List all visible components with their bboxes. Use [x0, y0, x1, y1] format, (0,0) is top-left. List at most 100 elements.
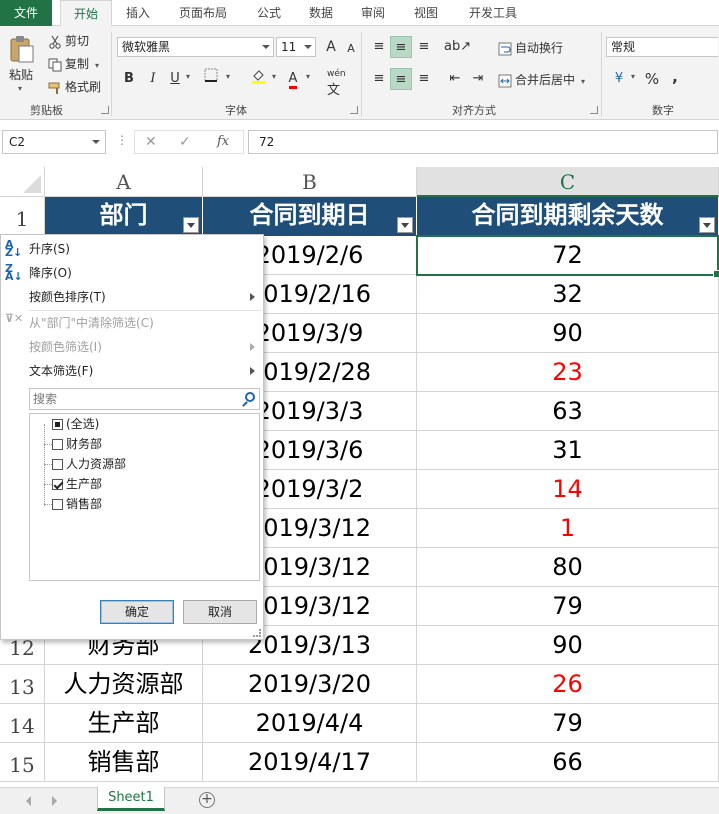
- increase-indent-button[interactable]: ⇥: [467, 68, 489, 90]
- row-header[interactable]: 14: [0, 704, 45, 743]
- tab-data[interactable]: 数据: [302, 0, 340, 26]
- expiry-date-cell[interactable]: 2019/4/4: [203, 704, 417, 743]
- filter-option[interactable]: 生产部: [52, 474, 102, 494]
- days-remaining-cell[interactable]: 1: [417, 509, 719, 548]
- filter-option[interactable]: (全选): [52, 414, 99, 434]
- paste-button[interactable]: 粘贴: [9, 66, 33, 83]
- add-sheet-button[interactable]: +: [199, 792, 215, 808]
- fill-color-dropdown-icon[interactable]: ▾: [272, 72, 276, 81]
- align-top-button[interactable]: ≡: [368, 36, 390, 58]
- bold-button[interactable]: B: [118, 68, 140, 90]
- sort-by-color-item[interactable]: 按颜色排序(T): [1, 285, 263, 309]
- text-filter-item[interactable]: 文本筛选(F): [1, 359, 263, 383]
- orientation-button[interactable]: ab↗: [444, 36, 471, 58]
- days-remaining-cell[interactable]: 63: [417, 392, 719, 431]
- grow-font-button[interactable]: A: [320, 36, 342, 58]
- wrap-text-button[interactable]: 自动换行: [498, 39, 563, 56]
- align-right-button[interactable]: ≡: [413, 68, 435, 90]
- alignment-launcher-icon[interactable]: [590, 106, 598, 114]
- checkbox[interactable]: [52, 439, 63, 450]
- tab-insert[interactable]: 插入: [118, 0, 158, 26]
- font-name-combo[interactable]: 微软雅黑: [117, 37, 274, 57]
- ok-button[interactable]: 确定: [100, 600, 174, 624]
- days-remaining-cell[interactable]: 66: [417, 743, 719, 782]
- department-cell[interactable]: 人力资源部: [45, 665, 203, 704]
- filter-dropdown-button[interactable]: [183, 217, 199, 233]
- font-size-combo[interactable]: 11: [276, 37, 316, 57]
- tab-home[interactable]: 开始: [60, 0, 112, 27]
- decrease-indent-button[interactable]: ⇤: [444, 68, 466, 90]
- department-cell[interactable]: 销售部: [45, 743, 203, 782]
- header-cell-expiry-date[interactable]: 合同到期日: [203, 197, 417, 236]
- tab-review[interactable]: 审阅: [352, 0, 394, 26]
- comma-style-button[interactable]: ,: [664, 66, 686, 88]
- filter-option[interactable]: 销售部: [52, 494, 102, 514]
- copy-button[interactable]: 复制 ▾: [48, 55, 99, 72]
- accounting-dropdown-icon[interactable]: ▾: [631, 72, 635, 81]
- formula-input[interactable]: 72: [248, 130, 718, 154]
- fill-color-button[interactable]: [248, 68, 270, 90]
- days-remaining-cell[interactable]: 26: [417, 665, 719, 704]
- tab-page-layout[interactable]: 页面布局: [172, 0, 234, 26]
- days-remaining-cell[interactable]: 31: [417, 431, 719, 470]
- header-cell-days-remaining[interactable]: 合同到期剩余天数: [417, 197, 719, 236]
- checkbox[interactable]: [52, 419, 63, 430]
- number-format-combo[interactable]: 常规: [606, 37, 718, 57]
- cancel-entry-icon[interactable]: ✕: [145, 134, 157, 150]
- border-dropdown-icon[interactable]: ▾: [226, 72, 230, 81]
- tab-formulas[interactable]: 公式: [248, 0, 290, 26]
- clipboard-launcher-icon[interactable]: [101, 106, 109, 114]
- border-button[interactable]: [200, 68, 222, 90]
- sort-ascending-item[interactable]: A Z↓ 升序(S): [1, 237, 263, 261]
- days-remaining-cell[interactable]: 80: [417, 548, 719, 587]
- department-cell[interactable]: 生产部: [45, 704, 203, 743]
- resize-grip-icon[interactable]: [253, 629, 261, 637]
- font-color-button[interactable]: A: [282, 68, 304, 90]
- shrink-font-button[interactable]: A: [340, 38, 362, 60]
- insert-function-button[interactable]: fx: [217, 134, 229, 149]
- paste-icon[interactable]: [8, 34, 40, 64]
- accounting-format-button[interactable]: ¥: [608, 68, 630, 90]
- checkbox[interactable]: [52, 499, 63, 510]
- cut-button[interactable]: 剪切: [48, 32, 89, 49]
- filter-dropdown-button[interactable]: [397, 217, 413, 233]
- row-header[interactable]: 15: [0, 743, 45, 782]
- days-remaining-cell[interactable]: 90: [417, 626, 719, 665]
- select-all-button[interactable]: [0, 167, 45, 197]
- checkbox[interactable]: [52, 479, 63, 490]
- days-remaining-cell[interactable]: 79: [417, 587, 719, 626]
- column-header-b[interactable]: B: [203, 167, 417, 197]
- sheet-tab[interactable]: Sheet1: [97, 787, 165, 811]
- days-remaining-cell[interactable]: 90: [417, 314, 719, 353]
- filter-option[interactable]: 人力资源部: [52, 454, 126, 474]
- filter-dropdown-button[interactable]: [699, 217, 715, 233]
- scroll-left-icon[interactable]: [26, 796, 31, 806]
- filter-option[interactable]: 财务部: [52, 434, 102, 454]
- align-center-button[interactable]: ≡: [390, 68, 412, 90]
- header-cell-department[interactable]: 部门: [45, 197, 203, 236]
- days-remaining-cell[interactable]: 23: [417, 353, 719, 392]
- column-header-c[interactable]: C: [417, 167, 719, 197]
- confirm-entry-icon[interactable]: ✓: [179, 134, 191, 150]
- scroll-right-icon[interactable]: [52, 796, 57, 806]
- font-color-dropdown-icon[interactable]: ▾: [306, 72, 310, 81]
- format-painter-button[interactable]: 格式刷: [48, 78, 101, 95]
- expiry-date-cell[interactable]: 2019/3/20: [203, 665, 417, 704]
- days-remaining-cell[interactable]: 79: [417, 704, 719, 743]
- expiry-date-cell[interactable]: 2019/4/17: [203, 743, 417, 782]
- paste-dropdown-icon[interactable]: ▾: [18, 84, 22, 93]
- row-header[interactable]: 13: [0, 665, 45, 704]
- clear-filter-item[interactable]: ⊽✕ 从"部门"中清除筛选(C): [1, 311, 263, 335]
- days-remaining-cell[interactable]: 32: [417, 275, 719, 314]
- filter-by-color-item[interactable]: 按颜色筛选(I): [1, 335, 263, 359]
- tab-file[interactable]: 文件: [0, 0, 52, 26]
- filter-search-input[interactable]: 搜索: [29, 388, 260, 410]
- phonetic-button[interactable]: wén: [327, 69, 346, 79]
- sort-descending-item[interactable]: Z A↓ 降序(O): [1, 261, 263, 285]
- font-launcher-icon[interactable]: [350, 106, 358, 114]
- merge-center-button[interactable]: 合并后居中 ▾: [498, 71, 585, 88]
- column-header-a[interactable]: A: [45, 167, 203, 197]
- align-middle-button[interactable]: ≡: [390, 36, 412, 58]
- tab-developer[interactable]: 开发工具: [458, 0, 528, 26]
- underline-button[interactable]: U: [164, 68, 186, 90]
